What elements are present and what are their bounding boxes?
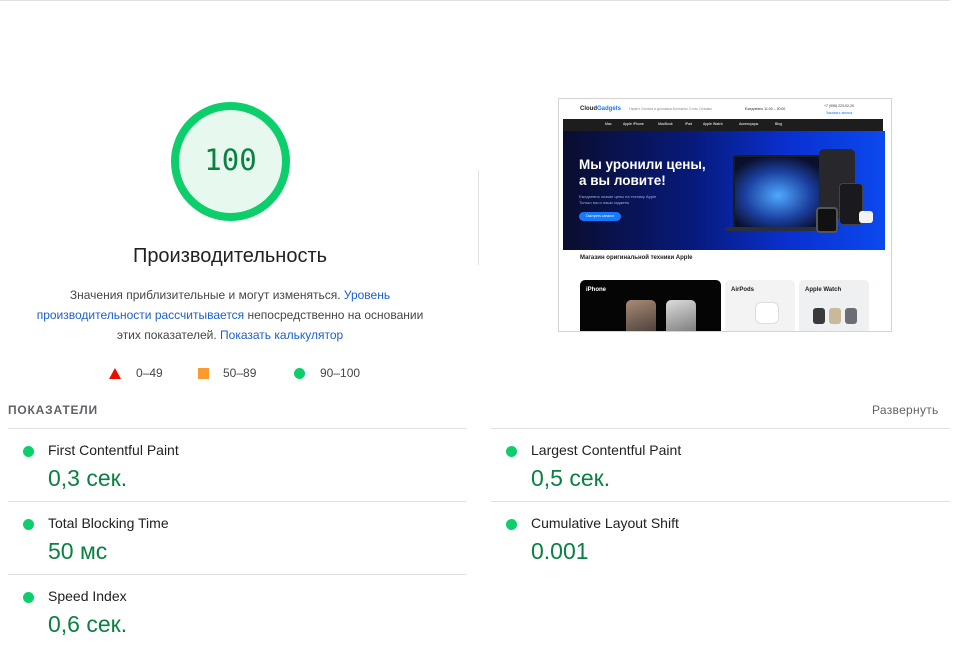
pass-circle-icon — [23, 519, 34, 530]
site-hours: Ежедневно 11:00 – 20:00 — [745, 107, 786, 111]
site-nav-item: Apple iPhone — [623, 122, 644, 126]
iphone-product-image — [666, 300, 696, 331]
pass-circle-icon — [294, 367, 305, 379]
metric-label: Largest Contentful Paint — [531, 442, 682, 458]
metric-value: 0,6 сек. — [48, 611, 128, 637]
watch-product-image — [829, 308, 841, 324]
metric-value: 0,5 сек. — [531, 465, 611, 491]
site-hero-subtitle: Ежедневно низкие цены на технику Apple Т… — [579, 194, 657, 205]
site-hero-title: Мы уронили цены, а вы ловите! — [579, 157, 706, 188]
metric-label: First Contentful Paint — [48, 442, 179, 458]
site-hero-banner: Мы уронили цены, а вы ловите! Ежедневно … — [563, 131, 885, 250]
airpods-image — [859, 211, 873, 223]
metric-first-contentful-paint: First Contentful Paint 0,3 сек. — [8, 429, 466, 501]
score-legend: 0–49 50–89 90–100 — [0, 364, 460, 382]
metric-total-blocking-time: Total Blocking Time 50 мс — [8, 502, 466, 574]
performance-score-value: 100 — [204, 143, 257, 177]
iphone-product-image — [626, 300, 656, 331]
site-logo: CloudGadgets — [580, 106, 622, 112]
site-shop-title: Магазин оригинальной техники Apple — [580, 255, 693, 261]
site-nav-bar: Mac Apple iPhone MacBook iPad Apple Watc… — [563, 119, 883, 131]
site-phone: +7 (995) 223-02-20 — [824, 104, 855, 108]
watch-image — [816, 207, 838, 233]
site-nav-item: Apple Watch — [703, 122, 723, 126]
metric-value: 0.001 — [531, 538, 589, 564]
fail-triangle-icon — [109, 367, 121, 379]
metric-speed-index: Speed Index 0,6 сек. — [8, 575, 466, 647]
watch-product-image — [813, 308, 825, 324]
legend-item-pass: 90–100 — [294, 364, 360, 382]
metric-label: Cumulative Layout Shift — [531, 515, 679, 531]
site-nav-item: Mac — [605, 122, 612, 126]
metric-value: 0,3 сек. — [48, 465, 128, 491]
performance-category-title: Производительность — [132, 245, 328, 267]
score-description: Значения приблизительные и могут изменят… — [30, 285, 430, 345]
site-header-links: Гарант Оплата и доставка Контакты О нас … — [629, 107, 712, 111]
watch-product-image — [845, 308, 857, 324]
metric-largest-contentful-paint: Largest Contentful Paint 0,5 сек. — [491, 429, 949, 501]
description-text-1: Значения приблизительные и могут изменят… — [69, 288, 344, 302]
pass-circle-icon — [23, 446, 34, 457]
site-card-airpods: AirPods — [725, 280, 795, 331]
show-calculator-link[interactable]: Показать калькулятор — [220, 328, 343, 342]
average-square-icon — [198, 367, 209, 379]
metric-label: Total Blocking Time — [48, 515, 169, 531]
site-card-watch: Apple Watch — [799, 280, 869, 331]
metric-value: 50 мс — [48, 538, 108, 564]
site-card-iphone: iPhone — [580, 280, 721, 331]
pass-circle-icon — [23, 592, 34, 603]
site-nav-item: MacBook — [658, 122, 673, 126]
site-header: CloudGadgets Гарант Оплата и доставка Ко… — [559, 99, 891, 119]
pass-circle-icon — [506, 519, 517, 530]
performance-score-gauge[interactable]: 100 — [170, 101, 291, 222]
legend-item-average: 50–89 — [198, 364, 256, 382]
legend-average-label: 50–89 — [223, 366, 257, 380]
legend-fail-label: 0–49 — [136, 366, 163, 380]
metric-cumulative-layout-shift: Cumulative Layout Shift 0.001 — [491, 502, 949, 574]
final-screenshot[interactable]: CloudGadgets Гарант Оплата и доставка Ко… — [558, 98, 892, 332]
top-divider — [0, 0, 950, 1]
site-callback-link: Заказать звонок — [826, 111, 853, 115]
metrics-section-title: ПОКАЗАТЕЛИ — [8, 403, 98, 417]
expand-view-toggle[interactable]: Развернуть — [872, 403, 939, 417]
site-hero-button: Смотреть каталог — [579, 212, 621, 221]
site-nav-item: Blog — [775, 122, 783, 126]
legend-item-fail: 0–49 — [109, 364, 163, 382]
metric-label: Speed Index — [48, 588, 127, 604]
pass-circle-icon — [506, 446, 517, 457]
site-nav-item: iPad — [685, 122, 693, 126]
legend-pass-label: 90–100 — [320, 366, 361, 380]
site-nav-item: Аксессуары — [739, 122, 759, 126]
airpods-product-image — [755, 302, 779, 324]
vertical-divider — [478, 170, 479, 265]
